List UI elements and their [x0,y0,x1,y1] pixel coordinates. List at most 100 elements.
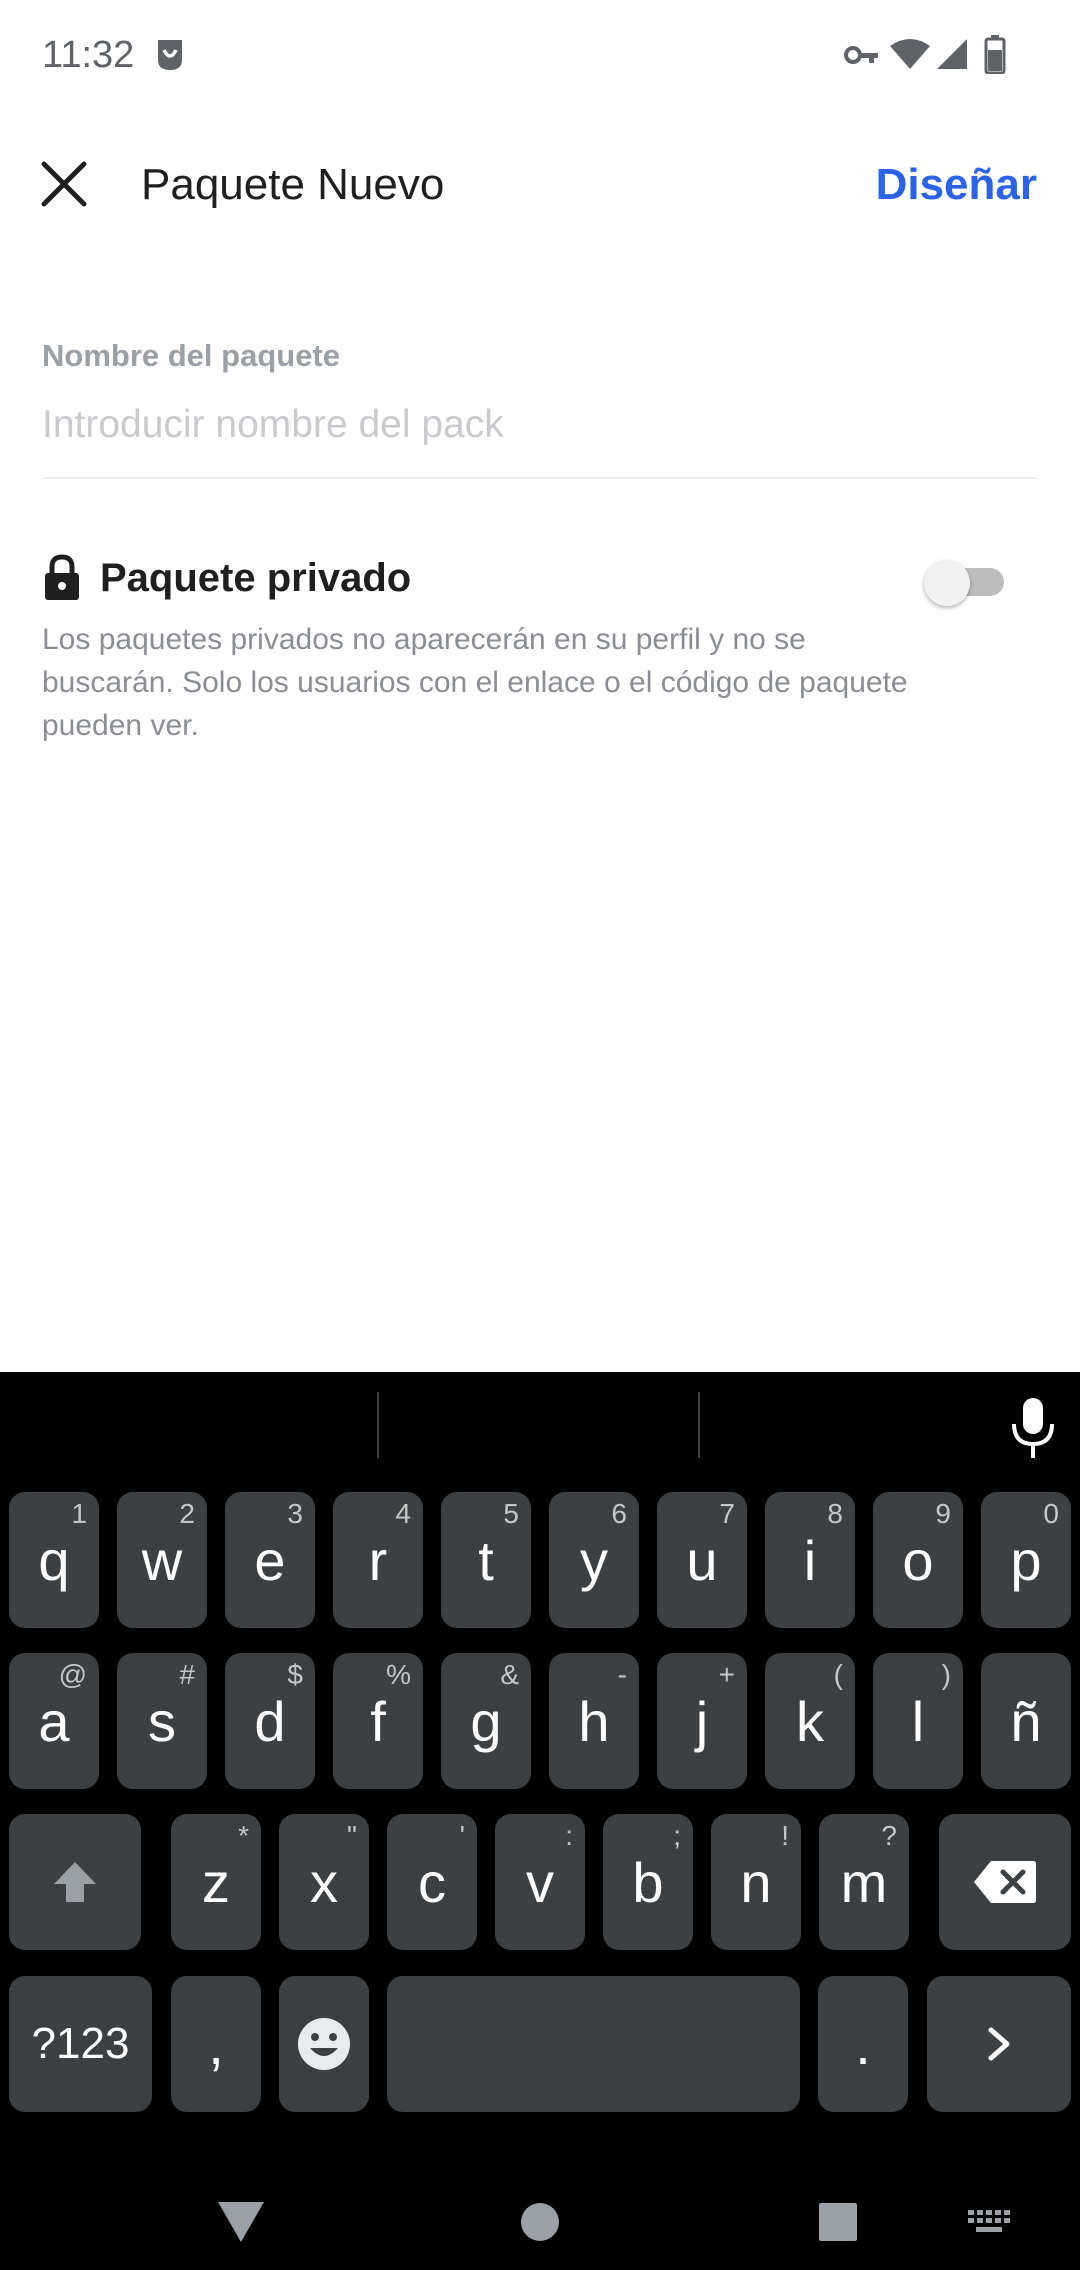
key-k[interactable]: k( [765,1653,855,1789]
key-hint: 8 [827,1498,843,1529]
key-g[interactable]: g & [441,1653,531,1789]
private-pack-description: Los paquetes privados no aparecerán en s… [42,623,908,742]
key-h[interactable]: h- [549,1653,639,1789]
key-hint: 7 [719,1498,735,1529]
private-pack-toggle[interactable] [924,560,1010,606]
suggestion-bar [0,1372,1080,1484]
key-ñ[interactable]: ñ [981,1653,1071,1789]
key-x[interactable]: x " [279,1814,369,1950]
key-y[interactable]: y6 [549,1492,639,1628]
toggle-thumb [924,560,970,606]
key-label: u [686,1528,718,1592]
chevron-right-icon [988,2027,1010,2061]
shift-key[interactable] [9,1814,141,1950]
key-hint: " [347,1820,357,1851]
keyboard-switch-icon[interactable] [966,2208,1012,2238]
key-label: c [418,1850,446,1914]
key-n[interactable]: n! [711,1814,801,1950]
page-title: Paquete Nuevo [141,160,445,209]
key-hint: 2 [179,1498,195,1529]
key-label: a [38,1689,70,1753]
enter-key[interactable] [927,1976,1071,2112]
emoji-icon [298,2018,350,2070]
key-hint: 4 [395,1498,411,1529]
microphone-icon[interactable] [1008,1396,1058,1460]
key-label: h [578,1689,610,1753]
key-l[interactable]: l) [873,1653,963,1789]
battery-icon [984,35,1006,74]
key-label: n [740,1850,772,1914]
key-label: j [695,1689,709,1753]
status-bar: 11:32 [0,0,1080,110]
private-pack-row: Paquete privado [42,548,411,608]
key-w[interactable]: w2 [117,1492,207,1628]
close-button[interactable] [30,150,98,218]
signal-icon [937,39,967,69]
app-bar: Paquete Nuevo Diseñar [0,110,1080,260]
key-hint: $ [287,1659,303,1690]
key-f[interactable]: f% [333,1653,423,1789]
status-time: 11:32 [42,34,135,76]
key-label: i [803,1528,817,1592]
back-icon[interactable] [216,2200,266,2244]
key-s[interactable]: s # [117,1653,207,1789]
key-hint: ( [833,1659,843,1690]
key-hint: 1 [71,1498,87,1529]
key-j[interactable]: j + [657,1653,747,1789]
key-m[interactable]: m? [819,1814,909,1950]
key-hint: ? [881,1820,897,1851]
key-u[interactable]: u7 [657,1492,747,1628]
key-label: k [796,1689,824,1753]
key-c[interactable]: c ' [387,1814,477,1950]
emoji-key[interactable] [279,1976,369,2112]
key-b[interactable]: b; [603,1814,693,1950]
lock-icon [45,554,79,600]
key-hint: 0 [1043,1498,1059,1529]
key-label: f [370,1689,386,1753]
key-hint: ) [941,1659,951,1690]
key-a[interactable]: a @ [9,1653,99,1789]
key-o[interactable]: o9 [873,1492,963,1628]
pack-name-input[interactable] [42,395,1038,455]
key-t[interactable]: t5 [441,1492,531,1628]
key-label: e [254,1528,286,1592]
soft-keyboard: q1w2e3r4t5y6u7i8o9p0 a @ s # d $ f% g & h - j + k(l) ñ… [0,1372,1080,2270]
key-label: q [38,1528,70,1592]
pack-name-divider [42,477,1038,479]
key-label: t [478,1528,494,1592]
key-hint: @ [58,1659,87,1690]
key-label: l [911,1689,925,1753]
key-q[interactable]: q1 [9,1492,99,1628]
key-z[interactable]: z * [171,1814,261,1950]
key-i[interactable]: i8 [765,1492,855,1628]
key-hint: * [238,1820,249,1851]
space-key[interactable] [387,1976,800,2112]
key-label: o [902,1528,934,1592]
shift-icon [54,1862,96,1902]
vpn-key-icon [844,46,878,64]
key-v[interactable]: v: [495,1814,585,1950]
home-icon[interactable] [520,2202,560,2242]
navigation-bar [0,2140,1080,2270]
key-label: y [580,1528,608,1592]
key-hint: # [179,1659,195,1690]
pack-name-label: Nombre del paquete [42,338,340,373]
period-key[interactable]: . [818,1976,908,2112]
key-label: w [141,1528,183,1592]
key-hint: + [718,1659,735,1690]
key-r[interactable]: r4 [333,1492,423,1628]
key-hint: 9 [935,1498,951,1529]
comma-key[interactable]: , [171,1976,261,2112]
key-d[interactable]: d $ [225,1653,315,1789]
key-hint: : [565,1820,573,1851]
symbols-key[interactable]: ?123 [9,1976,152,2112]
recents-icon[interactable] [818,2202,858,2242]
backspace-key[interactable] [939,1814,1071,1950]
suggestion-divider [698,1392,700,1458]
design-button[interactable]: Diseñar [876,160,1037,210]
key-label: g [470,1689,502,1753]
close-icon [41,161,87,207]
key-p[interactable]: p0 [981,1492,1071,1628]
key-label: b [632,1850,664,1914]
key-e[interactable]: e3 [225,1492,315,1628]
